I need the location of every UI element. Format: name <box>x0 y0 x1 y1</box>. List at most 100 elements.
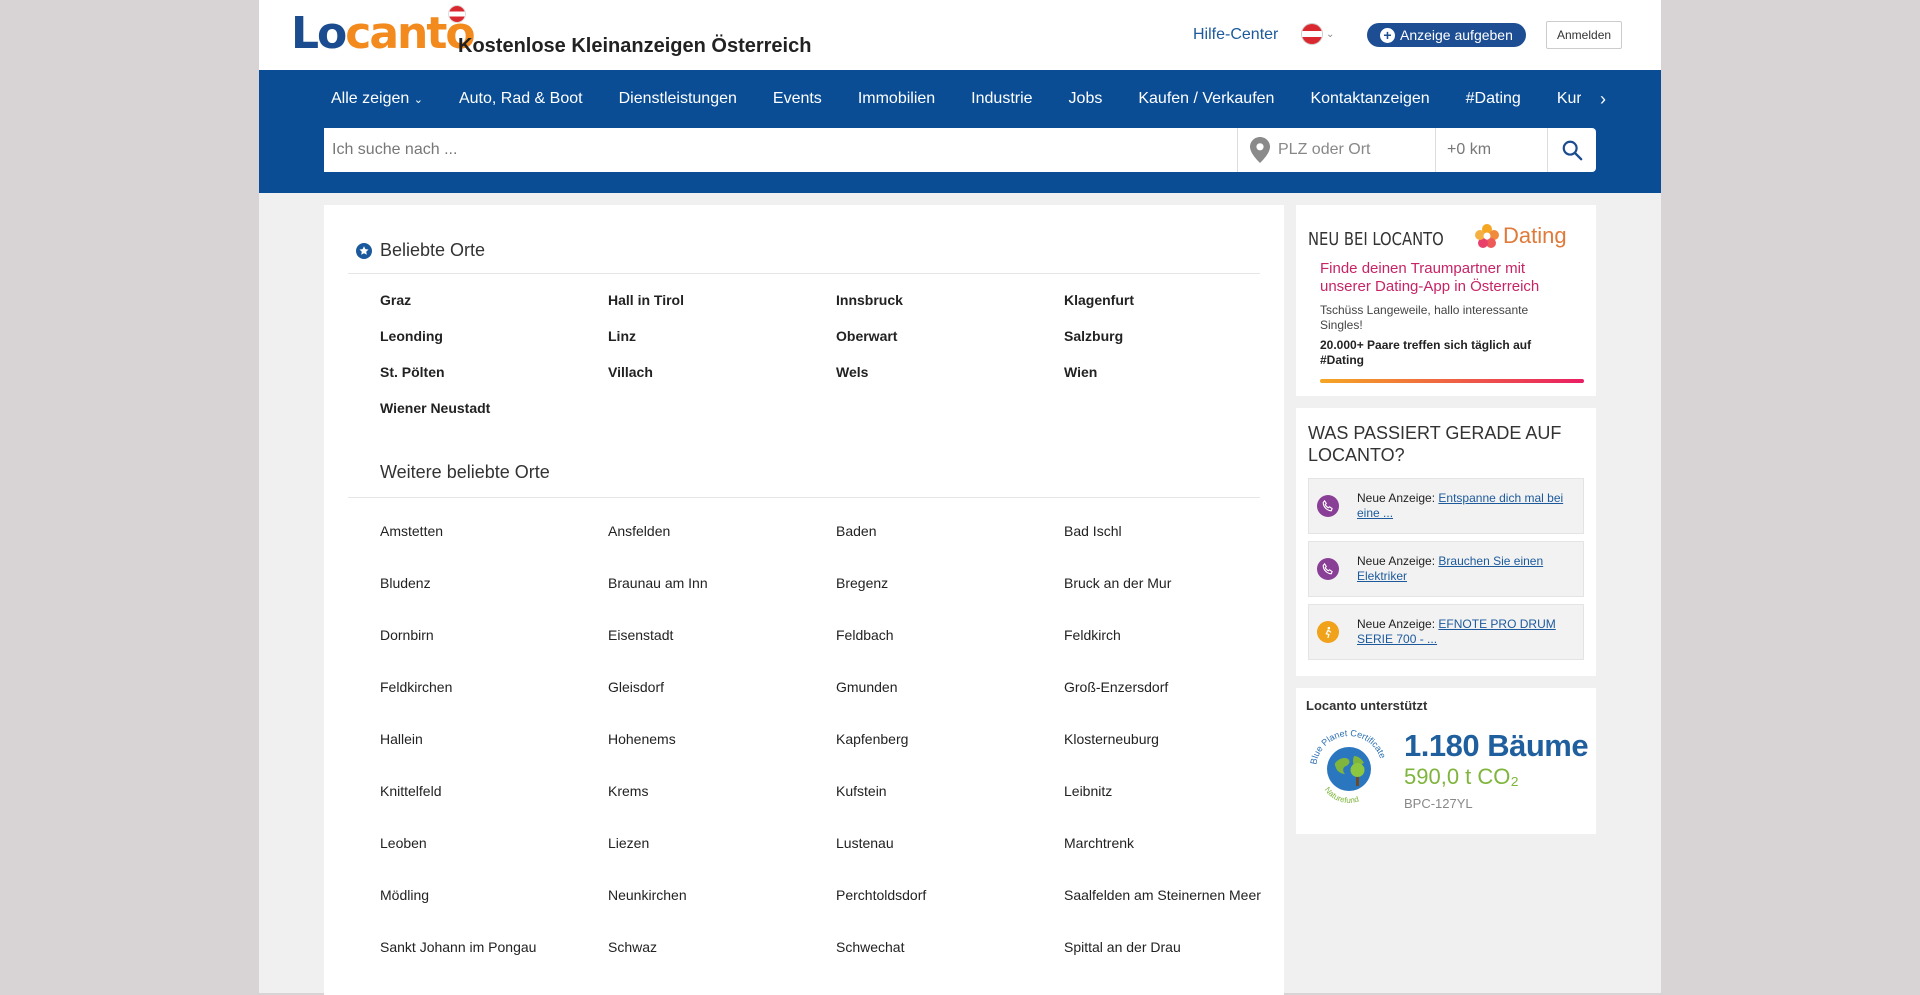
star-icon <box>356 243 372 259</box>
post-ad-button[interactable]: + Anzeige aufgeben <box>1367 23 1526 47</box>
nav-item-alle-zeigen[interactable]: Alle zeigen ⌄ <box>331 90 423 108</box>
place-link[interactable]: Ansfelden <box>608 505 836 557</box>
place-link[interactable]: Amstetten <box>380 505 608 557</box>
place-link[interactable]: Salzburg <box>1064 318 1292 354</box>
dating-promo-card[interactable]: NEU BEI LOCANTO Dating Finde deinen Trau… <box>1296 205 1596 396</box>
top-header: Locanto Kostenlose Kleinanzeigen Österre… <box>259 0 1661 70</box>
category-list: Alle zeigen ⌄ Auto, Rad & Boot Dienstlei… <box>331 70 1581 128</box>
place-link[interactable]: Gleisdorf <box>608 661 836 713</box>
dating-logo: Dating <box>1474 223 1567 249</box>
place-link[interactable]: Bad Ischl <box>1064 505 1292 557</box>
place-link[interactable]: Bruck an der Mur <box>1064 557 1292 609</box>
logo-text-part1: Lo <box>291 8 347 59</box>
activity-prefix: Neue Anzeige: <box>1357 617 1436 631</box>
search-bar: +0 km <box>324 128 1596 172</box>
location-input[interactable] <box>1278 141 1428 159</box>
search-input[interactable] <box>324 128 1238 172</box>
dating-subtext: Tschüss Langeweile, hallo interessante S… <box>1320 303 1529 332</box>
place-link[interactable]: Kapfenberg <box>836 713 1064 765</box>
place-link[interactable]: Kufstein <box>836 765 1064 817</box>
place-link[interactable]: Schwechat <box>836 921 1064 973</box>
sidebar: NEU BEI LOCANTO Dating Finde deinen Trau… <box>1296 205 1596 846</box>
login-button[interactable]: Anmelden <box>1546 21 1623 49</box>
place-link[interactable]: Feldkirchen <box>380 661 608 713</box>
place-link[interactable]: Hallein <box>380 713 608 765</box>
place-link[interactable]: Spittal an der Drau <box>1064 921 1292 973</box>
nav-item-industrie[interactable]: Industrie <box>971 90 1032 108</box>
place-link[interactable]: Leoben <box>380 817 608 869</box>
nav-item-kontaktanzeigen[interactable]: Kontaktanzeigen <box>1310 90 1429 108</box>
place-link[interactable]: Wels <box>836 354 1064 390</box>
place-link[interactable]: Sankt Johann im Pongau <box>380 921 608 973</box>
place-link[interactable]: Hohenems <box>608 713 836 765</box>
flower-icon <box>1475 224 1499 248</box>
co2-amount: 590,0 t CO₂ <box>1404 764 1519 789</box>
support-card[interactable]: Locanto unterstützt Blue Planet Certific… <box>1296 688 1596 834</box>
chevron-down-icon: ⌄ <box>413 94 423 106</box>
location-field[interactable] <box>1238 128 1436 172</box>
nav-item-kurse[interactable]: Kurse <box>1557 90 1581 108</box>
help-center-link[interactable]: Hilfe-Center <box>1193 26 1278 44</box>
place-link[interactable]: Wiener Neustadt <box>380 390 608 426</box>
place-link[interactable]: Graz <box>380 282 608 318</box>
place-link[interactable]: Innsbruck <box>836 282 1064 318</box>
support-title: Locanto unterstützt <box>1306 698 1428 713</box>
austria-flag-icon <box>449 6 465 22</box>
place-link[interactable]: Knittelfeld <box>380 765 608 817</box>
place-link[interactable]: St. Pölten <box>380 354 608 390</box>
place-link[interactable]: Eisenstadt <box>608 609 836 661</box>
dating-stat: 20.000+ Paare treffen sich täglich auf #… <box>1320 338 1532 367</box>
more-places-title: Weitere beliebte Orte <box>380 462 550 482</box>
divider <box>348 273 1260 274</box>
chevron-down-icon: ⌄ <box>1326 28 1335 40</box>
place-link[interactable]: Braunau am Inn <box>608 557 836 609</box>
place-link[interactable]: Villach <box>608 354 836 390</box>
place-link[interactable]: Baden <box>836 505 1064 557</box>
place-link[interactable]: Feldbach <box>836 609 1064 661</box>
nav-item-events[interactable]: Events <box>773 90 822 108</box>
place-link[interactable]: Dornbirn <box>380 609 608 661</box>
place-link[interactable]: Gmunden <box>836 661 1064 713</box>
place-link[interactable]: Leibnitz <box>1064 765 1292 817</box>
place-link[interactable]: Schwaz <box>608 921 836 973</box>
page: Locanto Kostenlose Kleinanzeigen Österre… <box>259 0 1661 995</box>
category-navbar: Alle zeigen ⌄ Auto, Rad & Boot Dienstlei… <box>259 70 1661 193</box>
place-link[interactable]: Klagenfurt <box>1064 282 1292 318</box>
activity-prefix: Neue Anzeige: <box>1357 554 1436 568</box>
nav-item-dating[interactable]: #Dating <box>1466 90 1521 108</box>
place-link[interactable]: Wien <box>1064 354 1292 390</box>
place-link[interactable]: Krems <box>608 765 836 817</box>
place-link[interactable]: Marchtrenk <box>1064 817 1292 869</box>
nav-item-immobilien[interactable]: Immobilien <box>858 90 935 108</box>
chevron-right-icon[interactable]: › <box>1600 89 1606 110</box>
place-link[interactable]: Bludenz <box>380 557 608 609</box>
place-link[interactable]: Klosterneuburg <box>1064 713 1292 765</box>
trees-count: 1.180 Bäume <box>1404 728 1589 763</box>
search-button[interactable] <box>1548 128 1596 172</box>
place-link[interactable]: Oberwart <box>836 318 1064 354</box>
place-link[interactable]: Bregenz <box>836 557 1064 609</box>
radius-select[interactable]: +0 km <box>1436 128 1548 172</box>
place-link[interactable]: Neunkirchen <box>608 869 836 921</box>
nav-item-dienstleistungen[interactable]: Dienstleistungen <box>619 90 737 108</box>
place-link[interactable]: Linz <box>608 318 836 354</box>
place-link[interactable]: Groß-Enzersdorf <box>1064 661 1292 713</box>
activity-item: Neue Anzeige: Brauchen Sie einen Elektri… <box>1308 541 1584 597</box>
place-link[interactable]: Perchtoldsdorf <box>836 869 1064 921</box>
nav-item-auto[interactable]: Auto, Rad & Boot <box>459 90 583 108</box>
locanto-logo[interactable]: Locanto <box>291 6 476 59</box>
activity-item: Neue Anzeige: EFNOTE PRO DRUM SERIE 700 … <box>1308 604 1584 660</box>
phone-icon <box>1317 558 1339 580</box>
place-link[interactable]: Feldkirch <box>1064 609 1292 661</box>
nav-item-kaufen-verkaufen[interactable]: Kaufen / Verkaufen <box>1138 90 1274 108</box>
country-selector[interactable]: ⌄ <box>1302 24 1334 44</box>
place-link[interactable]: Saalfelden am Steinernen Meer <box>1064 869 1292 921</box>
place-link[interactable]: Lustenau <box>836 817 1064 869</box>
place-link[interactable]: Liezen <box>608 817 836 869</box>
place-link[interactable]: Leonding <box>380 318 608 354</box>
search-icon <box>1562 140 1583 161</box>
gradient-divider <box>1320 379 1584 383</box>
place-link[interactable]: Mödling <box>380 869 608 921</box>
place-link[interactable]: Hall in Tirol <box>608 282 836 318</box>
nav-item-jobs[interactable]: Jobs <box>1069 90 1103 108</box>
